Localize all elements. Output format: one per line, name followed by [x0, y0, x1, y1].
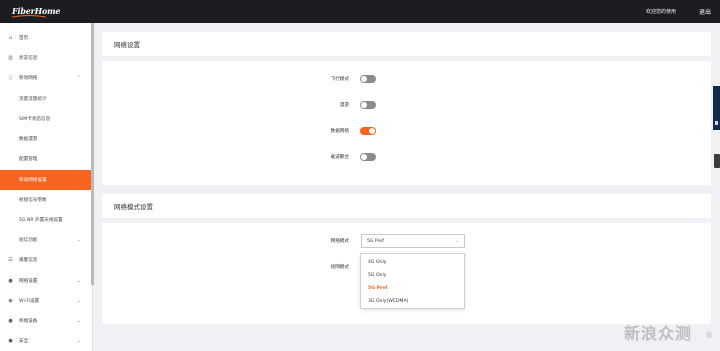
sidebar-subitem-roaming[interactable]: 数据漫游 — [0, 129, 91, 149]
chevron-down-icon: ⌄ — [77, 237, 81, 243]
networking-mode-label: 组网模式 — [330, 265, 349, 270]
option-3g-only-wcdma[interactable]: 3G Only(WCDMA) — [368, 299, 408, 304]
option-4g-only[interactable]: 4G Only — [368, 260, 386, 265]
sidebar-item-wifi[interactable]: ◉ Wi-Fi设置 ⌄ — [0, 291, 91, 311]
sidebar-item-devices[interactable]: ● 终端设备 ⌄ — [0, 311, 91, 331]
sidebar-subitem-label: 短信功能 — [19, 238, 38, 243]
sidebar-item-label: 移动网络 — [19, 76, 38, 81]
welcome-text: 欢迎您的使用 — [646, 9, 677, 15]
device-icon: ● — [8, 317, 13, 324]
data-network-label: 数据网络 — [330, 129, 349, 134]
network-settings-title: 网络设置 — [114, 41, 140, 49]
sidebar-subitem-mobile-settings[interactable]: 移动网络设置 — [0, 170, 91, 190]
sidebar-item-alerts[interactable]: ☰ 报警信息 — [0, 250, 91, 270]
sidebar-subitem-external-antenna[interactable]: 5G NR 外置天线设置 — [0, 210, 91, 230]
list-icon: ☰ — [8, 256, 13, 263]
side-handle[interactable] — [714, 154, 720, 168]
chevron-down-icon: ⌄ — [76, 298, 81, 304]
logo-swoosh-icon — [12, 15, 46, 18]
home-icon: ⌂ — [8, 34, 13, 41]
side-feedback-tab[interactable] — [713, 86, 720, 130]
sidebar-item-label: 安全 — [19, 339, 29, 344]
network-mode-select[interactable]: 5G Pref ⌄ — [361, 234, 465, 248]
chevron-up-icon: ⌃ — [76, 75, 81, 81]
wifi-icon: ◉ — [8, 297, 13, 304]
globe-icon: ● — [8, 277, 13, 284]
sidebar-item-label: 终端设备 — [19, 319, 38, 324]
watermark-logo: 新浪众测 — [624, 324, 693, 343]
carrier-aggregation-label: 载波聚合 — [330, 155, 349, 160]
sidebar-item-network-settings[interactable]: ● 网络设置 ⌄ — [0, 271, 91, 291]
airplane-mode-label: 飞行模式 — [330, 77, 349, 82]
data-network-toggle[interactable] — [360, 127, 376, 135]
network-settings-header: 网络设置 — [102, 32, 711, 56]
watermark-suffix: 值 — [706, 332, 713, 339]
sidebar-subitem-config[interactable]: 配置管理 — [0, 149, 91, 169]
mode-settings-header: 网络模式设置 — [102, 194, 711, 218]
roaming-label: 漫游 — [339, 103, 349, 108]
network-settings-panel — [102, 61, 711, 185]
chevron-down-icon: ⌄ — [76, 318, 81, 324]
sidebar-item-label: 报警信息 — [19, 258, 38, 263]
sidebar-subitem-traffic[interactable]: 流量流量统计 — [0, 89, 91, 109]
sidebar-subitem-sms[interactable]: 短信功能 ⌄ — [0, 230, 91, 250]
mode-settings-title: 网络模式设置 — [114, 203, 153, 211]
chevron-down-icon: ⌄ — [76, 278, 81, 284]
sidebar-subitem-rf-params[interactable]: 射频信号参数 — [0, 190, 91, 210]
sidebar-scrollbar[interactable] — [91, 23, 94, 285]
airplane-mode-toggle[interactable] — [360, 75, 376, 83]
chart-icon: ▥ — [8, 54, 13, 61]
sidebar-item-home[interactable]: ⌂ 首页 — [0, 28, 91, 48]
sidebar-subitem-sim[interactable]: SIM卡状态信息 — [0, 109, 91, 129]
network-mode-value: 5G Pref — [367, 239, 384, 244]
phone-icon: ▯ — [9, 74, 12, 81]
chevron-down-icon: ⌄ — [76, 338, 81, 344]
top-bar — [0, 0, 720, 23]
option-5g-only[interactable]: 5G Only — [368, 273, 386, 278]
carrier-aggregation-toggle[interactable] — [360, 153, 376, 161]
chevron-down-icon: ⌄ — [454, 238, 459, 244]
sidebar-item-label: Wi-Fi设置 — [19, 299, 40, 304]
shield-icon: ● — [8, 337, 13, 344]
sidebar-item-label: 首页 — [19, 36, 29, 41]
sidebar-item-label: 状态信息 — [19, 56, 38, 61]
sidebar-item-mobile-network[interactable]: ▯ 移动网络 ⌃ — [0, 68, 91, 88]
roaming-toggle[interactable] — [360, 101, 376, 109]
network-mode-dropdown: 4G Only 5G Only 5G Pref 3G Only(WCDMA) — [360, 253, 465, 309]
sidebar-item-status[interactable]: ▥ 状态信息 — [0, 48, 91, 68]
sidebar-item-security[interactable]: ● 安全 ⌄ — [0, 331, 91, 351]
network-mode-label: 网络模式 — [330, 239, 349, 244]
sidebar-item-label: 网络设置 — [19, 279, 38, 284]
logout-link[interactable]: 退出 — [699, 7, 711, 16]
option-5g-pref[interactable]: 5G Pref — [368, 286, 387, 291]
